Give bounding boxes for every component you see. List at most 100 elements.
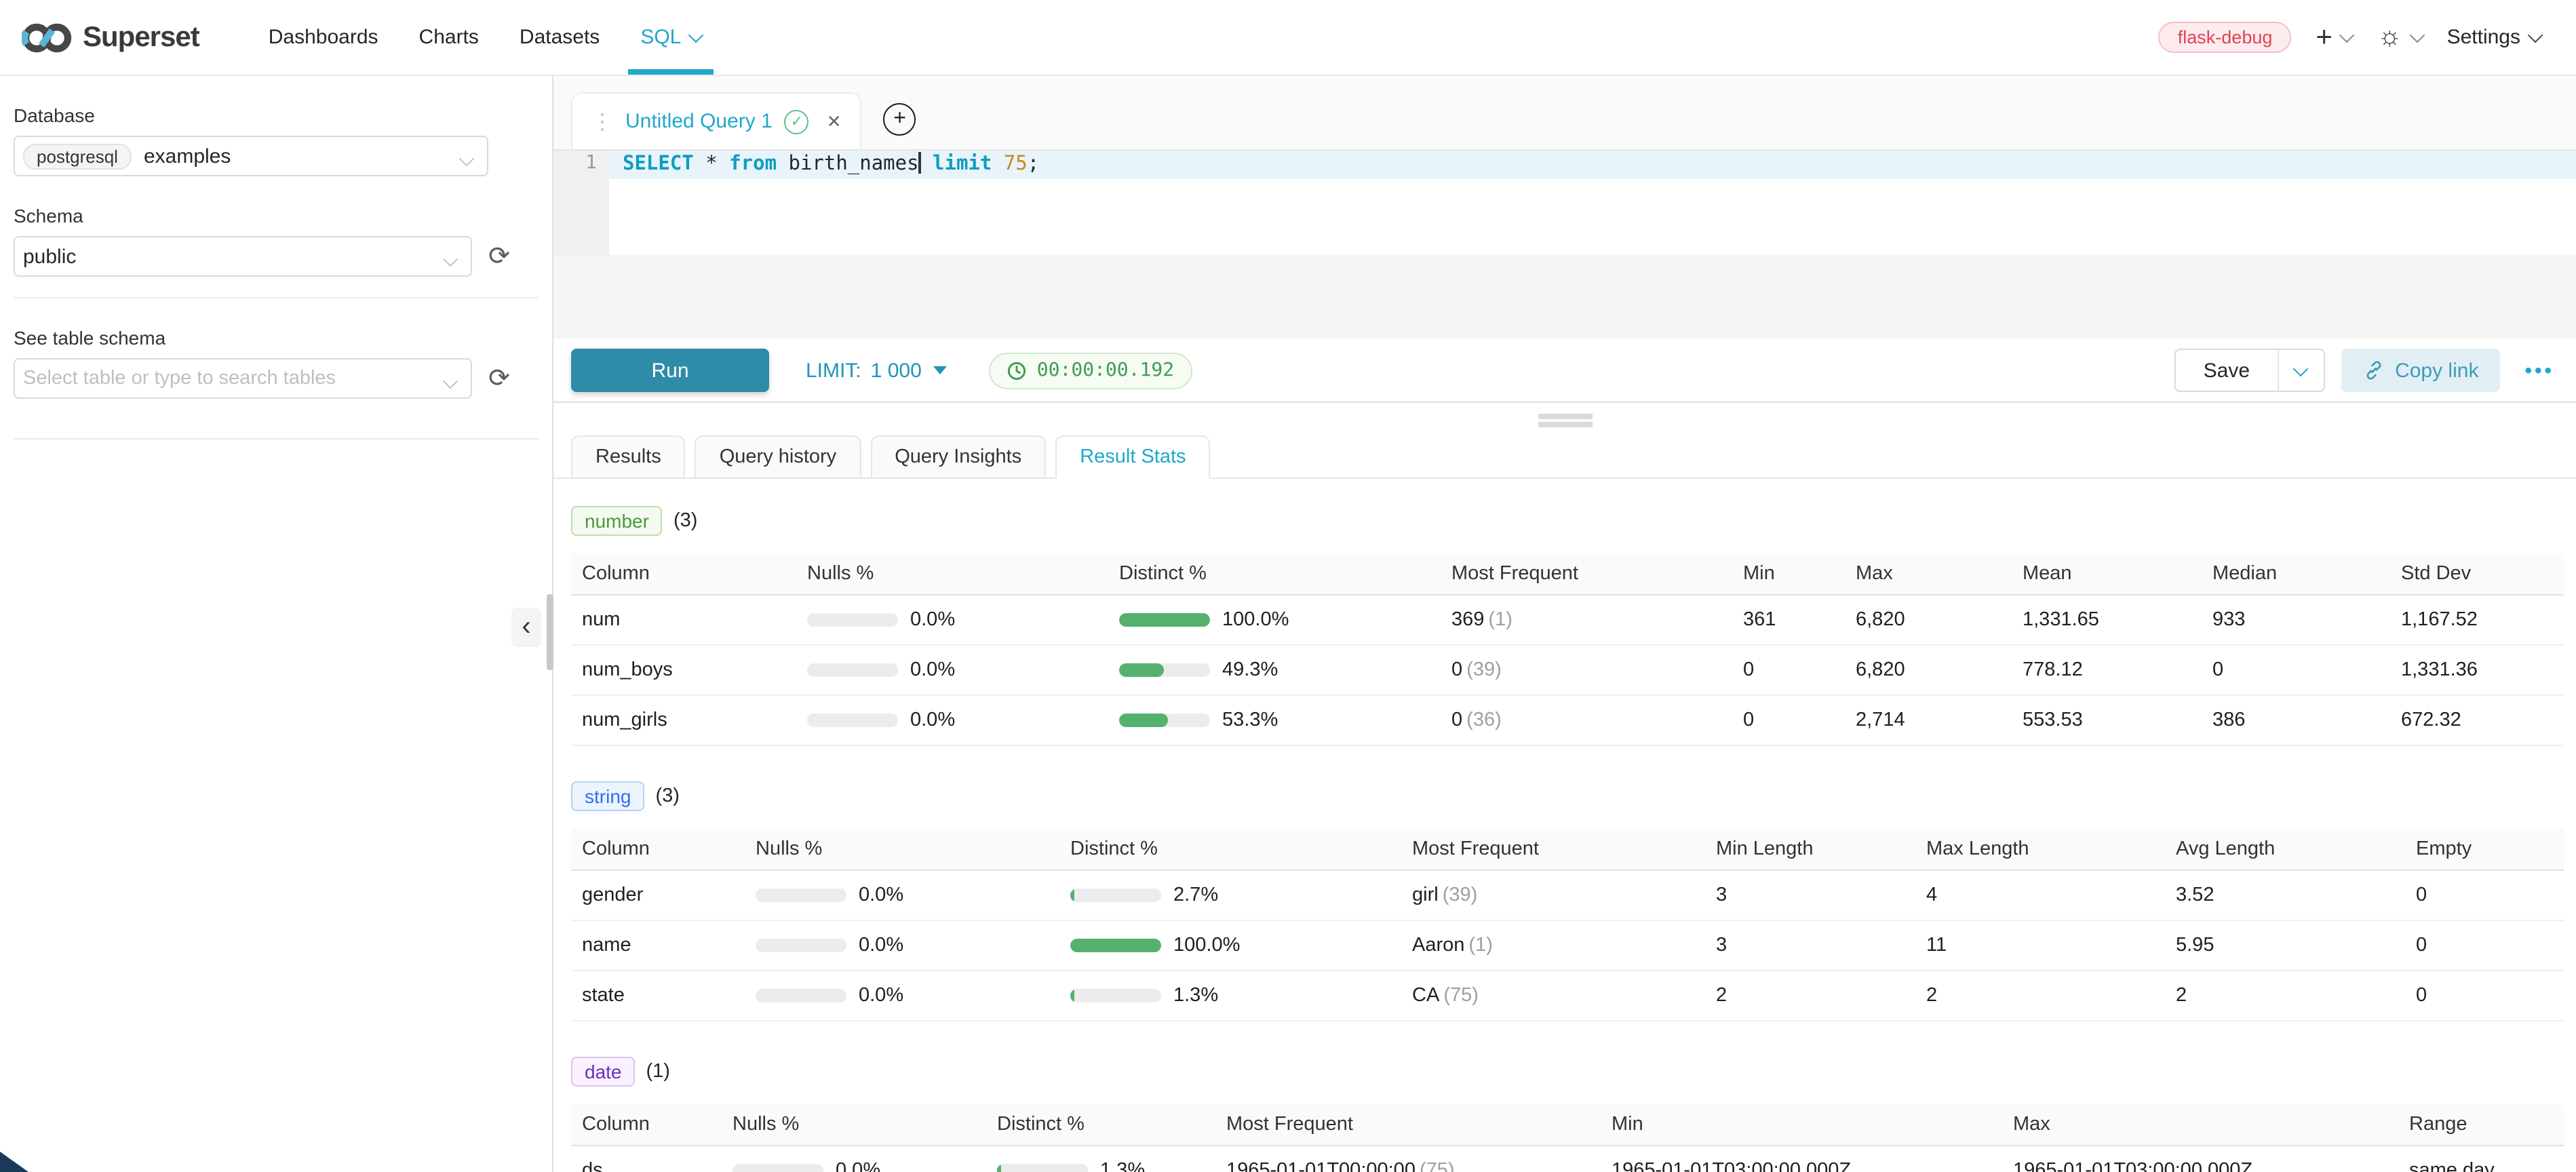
cell-column: num_girls (571, 695, 796, 745)
more-actions-button[interactable] (2524, 359, 2554, 382)
navbar: Superset Dashboards Charts Datasets SQL … (0, 0, 2576, 76)
table-row: name 0.0% 100.0% Aaron(1) 3 11 5.95 0 (571, 920, 2564, 971)
col-header: Column (571, 553, 796, 595)
drag-bar-icon (1538, 422, 1592, 427)
cell-median: 386 (2202, 695, 2390, 745)
distinct-pct: 49.3% (1222, 659, 1278, 681)
save-options-button[interactable] (2277, 350, 2323, 391)
settings-menu[interactable]: Settings (2447, 26, 2541, 49)
copy-link-button[interactable]: Copy link (2341, 349, 2500, 392)
col-header: Distinct % (1108, 553, 1441, 595)
navbar-right: flask-debug Settings (2159, 22, 2541, 53)
chevron-down-icon (443, 252, 458, 267)
theme-toggle[interactable] (2377, 23, 2423, 52)
col-header: Mean (2012, 553, 2202, 595)
cell-min-length: 3 (1705, 870, 1915, 920)
refresh-tables-icon[interactable] (484, 364, 514, 393)
refresh-schemas-icon[interactable] (484, 241, 514, 271)
limit-value: 1 000 (871, 359, 922, 382)
database-label: Database (14, 104, 539, 126)
nav-charts[interactable]: Charts (399, 0, 499, 75)
query-tab[interactable]: Untitled Query 1 (571, 92, 862, 149)
most-frequent-count: (75) (1443, 985, 1479, 1007)
nav-datasets[interactable]: Datasets (499, 0, 620, 75)
superset-sql-lab-window: Superset Dashboards Charts Datasets SQL … (0, 0, 2576, 1172)
schema-value: public (23, 245, 76, 268)
cell-max: 6,820 (1845, 645, 2012, 695)
tab-result-stats[interactable]: Result Stats (1055, 435, 1210, 479)
brand-name: Superset (83, 21, 199, 54)
cell-column: ds (571, 1146, 722, 1172)
sql-lab-sidebar: Database postgresql examples Schema publ… (0, 76, 553, 1172)
cell-column: name (571, 920, 745, 971)
sidebar-divider (14, 438, 539, 440)
link-icon (2362, 359, 2384, 381)
col-header: Avg Length (2165, 829, 2405, 870)
sql-keyword: limit (921, 153, 1004, 175)
cell-avg-length: 3.52 (2165, 870, 2405, 920)
sql-keyword: SELECT (623, 153, 694, 175)
distinct-pct: 1.3% (1100, 1160, 1145, 1172)
database-select[interactable]: postgresql examples (14, 136, 488, 176)
drag-bar-icon (1538, 414, 1592, 418)
collapse-sidebar-button[interactable] (511, 608, 541, 647)
nulls-pct: 0.0% (836, 1160, 880, 1172)
drag-handle-icon[interactable] (591, 108, 613, 135)
superset-logo[interactable]: Superset (22, 21, 199, 54)
main-nav: Dashboards Charts Datasets SQL (248, 0, 722, 75)
clock-icon (1007, 360, 1028, 380)
scrollbar-thumb[interactable] (547, 594, 553, 670)
close-tab-icon[interactable] (827, 111, 842, 132)
cell-max-length: 4 (1915, 870, 2165, 920)
cell-mean: 1,331.65 (2012, 595, 2202, 645)
distinct-pct: 100.0% (1222, 609, 1289, 631)
nav-dashboards[interactable]: Dashboards (248, 0, 399, 75)
cell-mean: 778.12 (2012, 645, 2202, 695)
chevron-down-icon (2340, 27, 2356, 43)
table-header-row: Column Nulls % Distinct % Most Frequent … (571, 1104, 2564, 1146)
limit-label: LIMIT: (806, 359, 861, 382)
cell-std: 1,331.36 (2390, 645, 2564, 695)
nulls-pct: 0.0% (859, 985, 903, 1007)
sql-number: 75 (1004, 153, 1028, 175)
chevron-down-icon (2293, 361, 2309, 376)
col-header: Nulls % (745, 829, 1059, 870)
schema-select[interactable]: public (14, 236, 472, 277)
new-item-menu[interactable] (2316, 22, 2353, 52)
add-query-tab-button[interactable] (884, 103, 916, 136)
nulls-pct: 0.0% (910, 659, 955, 681)
cell-empty: 0 (2405, 971, 2564, 1021)
nulls-bar (756, 989, 846, 1002)
nav-sql[interactable]: SQL (620, 0, 722, 75)
run-button[interactable]: Run (571, 349, 769, 392)
table-header-row: Column Nulls % Distinct % Most Frequent … (571, 829, 2564, 870)
col-header: Nulls % (796, 553, 1108, 595)
tab-query-insights[interactable]: Query Insights (870, 435, 1046, 477)
table-select[interactable]: Select table or type to search tables (14, 358, 472, 399)
nulls-pct: 0.0% (910, 709, 955, 731)
sql-editor[interactable]: 1 SELECT * from birth_names limit 75; (553, 151, 2576, 339)
col-header: Max (2002, 1104, 2398, 1146)
most-frequent-value: CA (1412, 985, 1439, 1007)
col-header: Nulls % (722, 1104, 986, 1146)
line-number: 1 (553, 152, 597, 174)
tab-query-history[interactable]: Query history (695, 435, 861, 477)
query-tab-bar: Untitled Query 1 (553, 76, 2576, 151)
pane-resize-handle[interactable] (553, 403, 2576, 435)
save-button[interactable]: Save (2177, 350, 2277, 391)
limit-dropdown[interactable]: LIMIT: 1 000 (806, 359, 948, 382)
cursor-artifact (0, 1152, 28, 1172)
environment-badge: flask-debug (2159, 22, 2292, 53)
distinct-pct: 2.7% (1173, 884, 1218, 906)
nulls-pct: 0.0% (910, 609, 955, 631)
col-header: Column (571, 829, 745, 870)
distinct-bar (997, 1164, 1088, 1172)
tab-results[interactable]: Results (571, 435, 686, 477)
col-header: Most Frequent (1215, 1104, 1601, 1146)
database-name: examples (144, 144, 231, 168)
caret-down-icon (934, 366, 948, 374)
table-header-row: Column Nulls % Distinct % Most Frequent … (571, 553, 2564, 595)
col-header: Range (2398, 1104, 2564, 1146)
cell-avg-length: 2 (2165, 971, 2405, 1021)
most-frequent-value: 0 (1451, 659, 1462, 681)
